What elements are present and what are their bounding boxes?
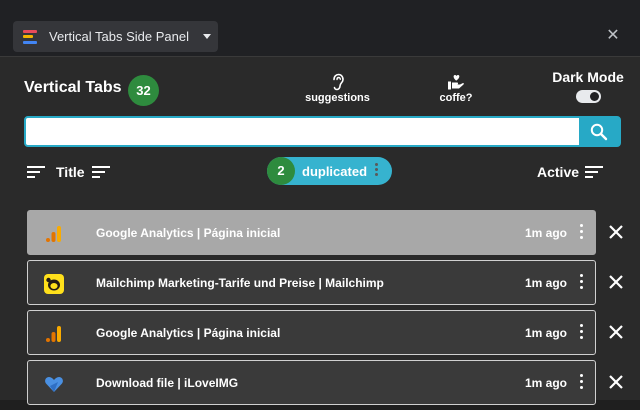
caret-down-icon (202, 34, 211, 39)
more-vert-icon[interactable] (580, 374, 584, 389)
tab-card[interactable]: Google Analytics | Página inicial 1m ago (27, 210, 596, 255)
close-tab-icon[interactable] (605, 371, 627, 393)
tab-title: Download file | iLoveIMG (96, 376, 239, 390)
more-vert-icon[interactable] (580, 224, 584, 239)
ear-icon (332, 73, 344, 91)
coffee-hand-icon (448, 75, 464, 90)
tab-list: Google Analytics | Página inicial 1m ago… (27, 210, 637, 410)
tab-time: 1m ago (525, 226, 568, 240)
dark-mode-control: Dark Mode (538, 69, 638, 103)
app-title: Vertical Tabs (24, 79, 122, 96)
search-icon (590, 123, 608, 140)
duplicated-label: duplicated (302, 164, 368, 179)
iloveimg-icon (45, 377, 63, 392)
tab-card[interactable]: Download file | iLoveIMG 1m ago (27, 360, 596, 405)
side-panel: Vertical Tabs Side Panel ✕ Vertical Tabs… (0, 0, 640, 405)
tab-card[interactable]: Mailchimp Marketing-Tarife und Preise | … (27, 260, 596, 305)
suggestions-button[interactable]: suggestions (305, 73, 370, 104)
google-analytics-icon (46, 226, 61, 242)
coffee-button[interactable]: coffe? (434, 73, 478, 104)
tab-row: Google Analytics | Página inicial 1m ago (27, 210, 637, 260)
tab-card[interactable]: Google Analytics | Página inicial 1m ago (27, 310, 596, 355)
vertical-tabs-extension-icon (23, 29, 37, 44)
mailchimp-icon (44, 274, 64, 294)
tab-count-badge: 32 (128, 75, 159, 106)
more-vert-icon[interactable] (580, 324, 584, 339)
coffee-label: coffe? (439, 92, 473, 104)
sort-lines-icon[interactable] (27, 166, 45, 178)
sort-by-title[interactable]: Title (56, 164, 85, 180)
panel-header: Vertical Tabs Side Panel ✕ (0, 0, 640, 57)
search-button[interactable] (579, 118, 619, 145)
tab-row: Google Analytics | Página inicial 1m ago (27, 310, 637, 360)
close-icon[interactable]: ✕ (604, 27, 622, 45)
sort-title-icon[interactable] (92, 166, 110, 178)
tab-row: Download file | iLoveIMG 1m ago (27, 360, 637, 410)
tab-title: Google Analytics | Página inicial (96, 326, 281, 340)
tab-title: Mailchimp Marketing-Tarife und Preise | … (96, 276, 384, 290)
close-tab-icon[interactable] (605, 221, 627, 243)
tab-row: Mailchimp Marketing-Tarife und Preise | … (27, 260, 637, 310)
panel-selector-label: Vertical Tabs Side Panel (49, 29, 189, 44)
search-bar (24, 116, 621, 147)
tab-time: 1m ago (525, 276, 568, 290)
close-tab-icon[interactable] (605, 271, 627, 293)
duplicated-count: 2 (267, 157, 295, 185)
tab-title: Google Analytics | Página inicial (96, 226, 281, 240)
more-vert-icon[interactable] (580, 274, 584, 289)
suggestions-label: suggestions (305, 92, 370, 104)
tab-time: 1m ago (525, 376, 568, 390)
panel-selector[interactable]: Vertical Tabs Side Panel (13, 21, 218, 52)
tab-time: 1m ago (525, 326, 568, 340)
search-input[interactable] (26, 118, 580, 145)
close-tab-icon[interactable] (605, 321, 627, 343)
dark-mode-label: Dark Mode (552, 69, 624, 85)
google-analytics-icon (46, 326, 61, 342)
duplicated-filter[interactable]: 2 duplicated (267, 157, 392, 185)
sort-by-active[interactable]: Active (537, 164, 579, 180)
dark-mode-toggle[interactable] (575, 90, 601, 103)
more-vert-icon[interactable] (375, 163, 379, 176)
sort-active-icon[interactable] (585, 166, 603, 178)
